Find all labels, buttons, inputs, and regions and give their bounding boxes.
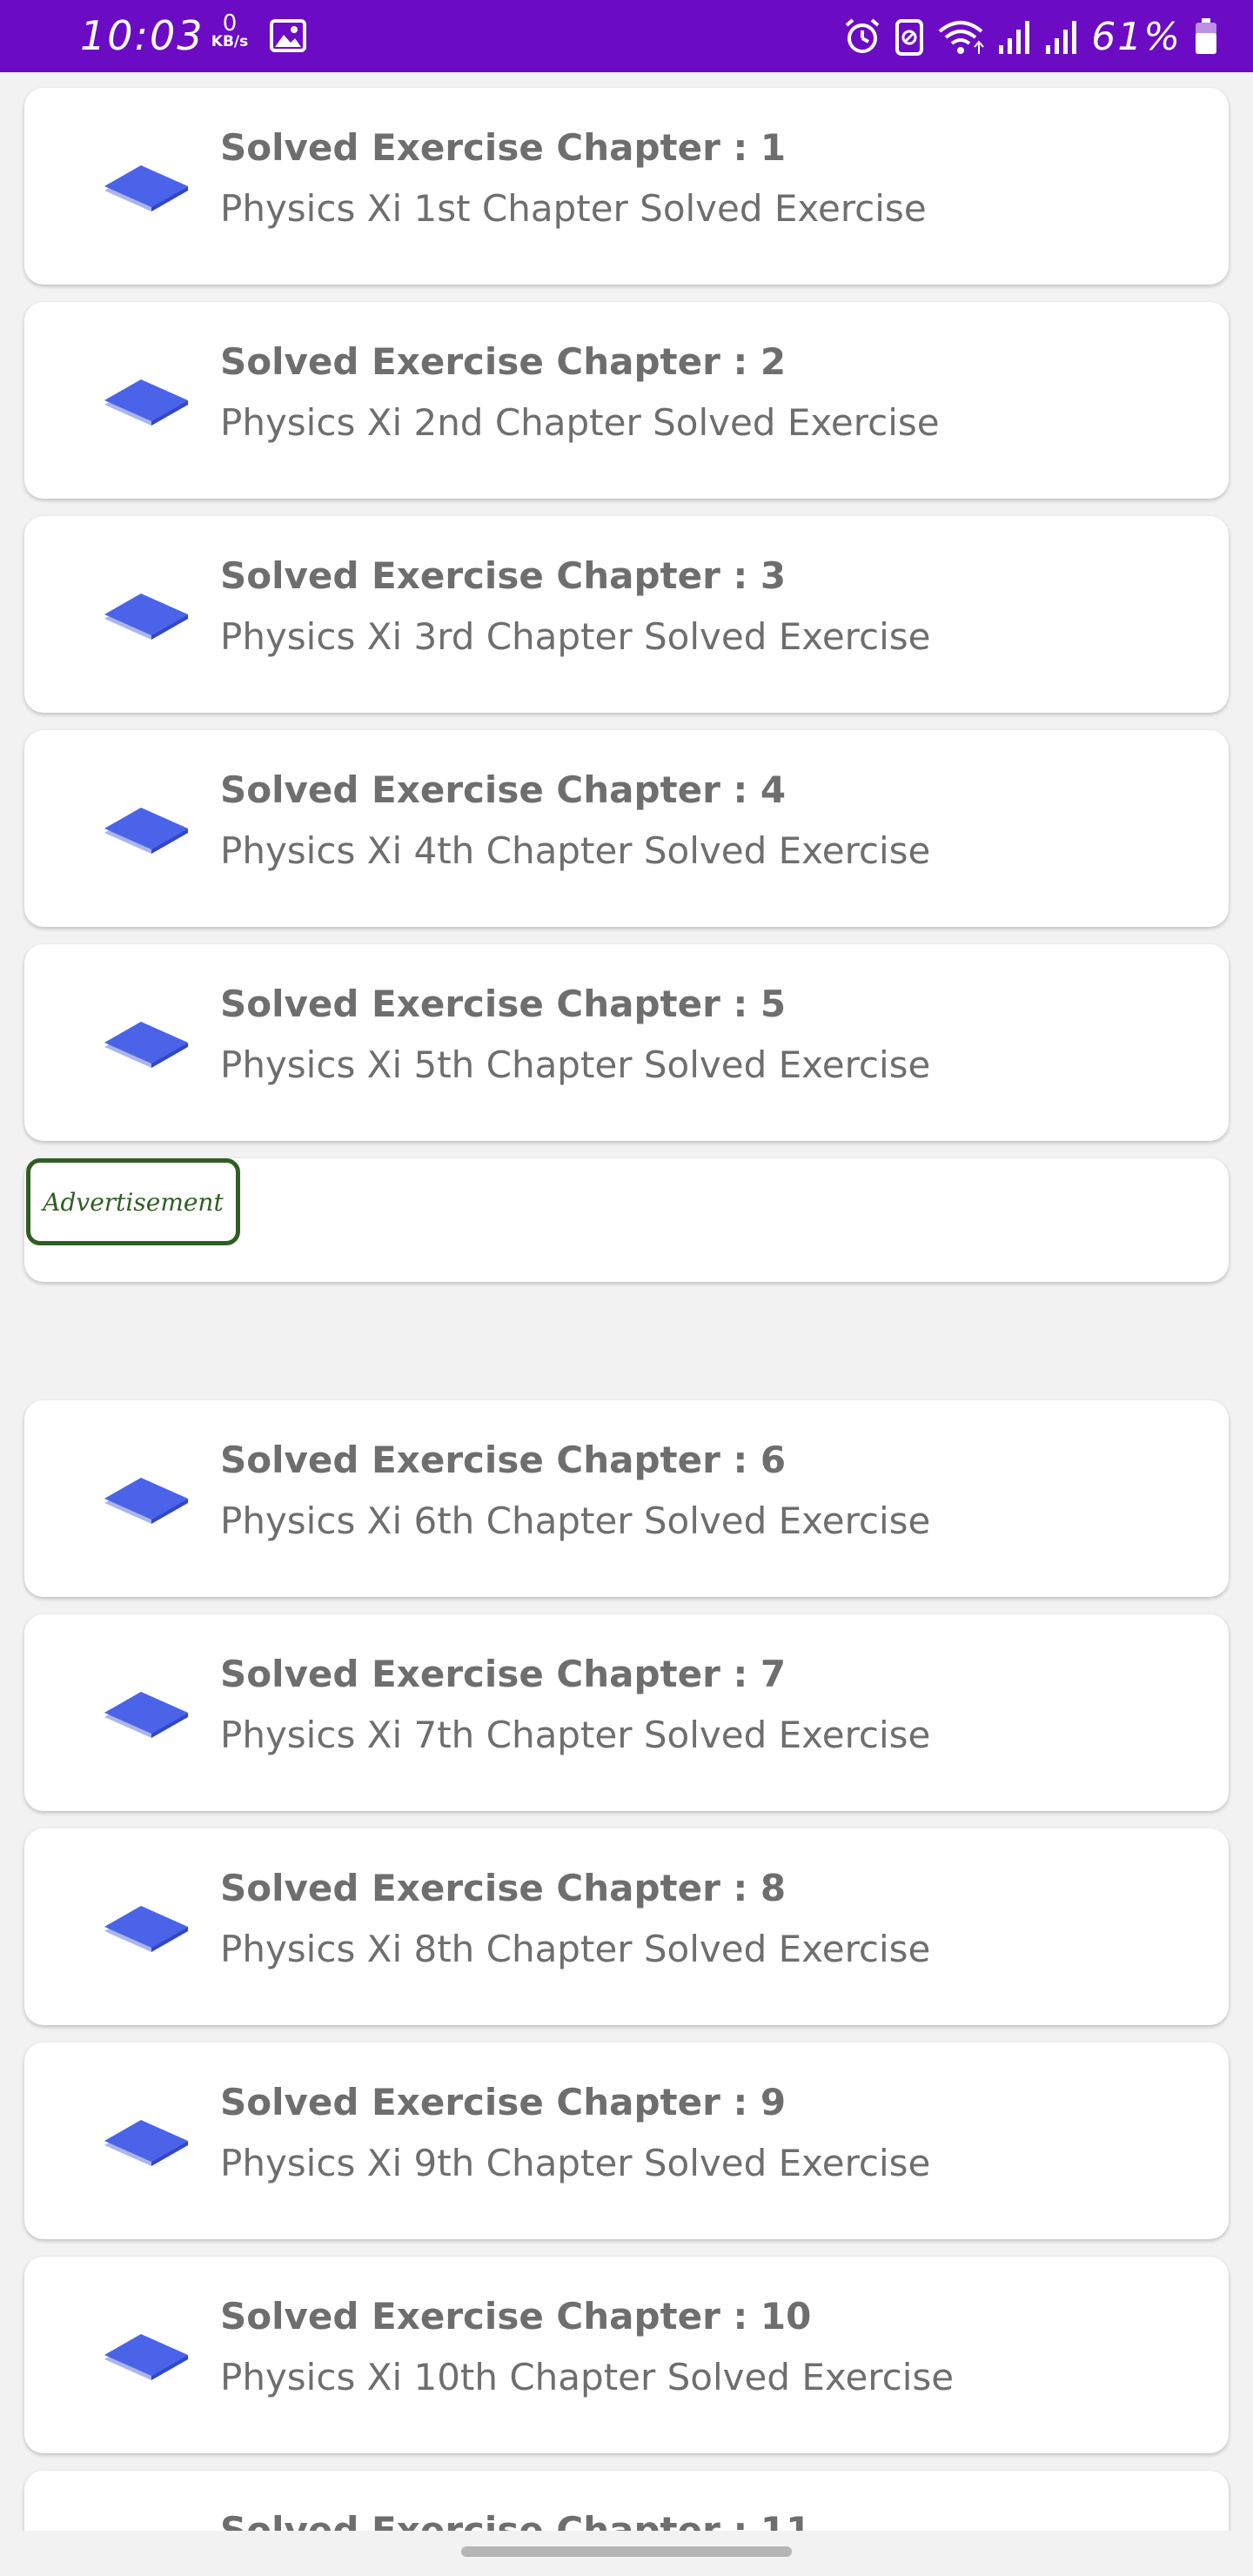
chapter-card[interactable]: Solved Exercise Chapter : 4 Physics Xi 4t… — [24, 730, 1229, 927]
chapter-title: Solved Exercise Chapter : 9 — [220, 2081, 787, 2123]
chapter-title: Solved Exercise Chapter : 1 — [220, 126, 787, 169]
status-icons: 61% — [842, 12, 1218, 61]
chapter-card[interactable]: Solved Exercise Chapter : 7 Physics Xi 7t… — [24, 1614, 1229, 1811]
book-icon — [103, 593, 190, 645]
advertisement-badge: Advertisement — [26, 1158, 240, 1245]
home-gesture-handle[interactable] — [461, 2546, 792, 2557]
chapter-card[interactable]: Solved Exercise Chapter : 3 Physics Xi 3r… — [24, 516, 1229, 713]
chapter-title: Solved Exercise Chapter : 5 — [220, 983, 787, 1025]
chapter-card[interactable]: Solved Exercise Chapter : 9 Physics Xi 9t… — [24, 2043, 1229, 2239]
chapter-card[interactable]: Solved Exercise Chapter : 2 Physics Xi 2n… — [24, 302, 1229, 499]
chapter-card[interactable]: Solved Exercise Chapter : 8 Physics Xi 8t… — [24, 1828, 1229, 2025]
status-time: 10:03 — [80, 12, 204, 59]
chapter-card[interactable]: Solved Exercise Chapter : 6 Physics Xi 6t… — [24, 1400, 1229, 1597]
network-speed: 0 KB/s — [207, 12, 252, 50]
chapter-title: Solved Exercise Chapter : 10 — [220, 2295, 812, 2338]
chapter-title: Solved Exercise Chapter : 2 — [220, 340, 787, 383]
chapter-title: Solved Exercise Chapter : 11 — [220, 2509, 812, 2531]
book-icon — [103, 807, 190, 859]
alarm-icon — [845, 18, 880, 53]
chapter-subtitle: Physics Xi 4th Chapter Solved Exercise — [220, 829, 931, 872]
chapter-list[interactable]: Solved Exercise Chapter : 1 Physics Xi 1s… — [0, 72, 1253, 2531]
chapter-subtitle: Physics Xi 8th Chapter Solved Exercise — [220, 1928, 931, 1970]
chapter-subtitle: Physics Xi 7th Chapter Solved Exercise — [220, 1714, 931, 1756]
book-icon — [103, 164, 190, 217]
wifi-icon — [938, 21, 984, 54]
chapter-card[interactable]: Solved Exercise Chapter : 5 Physics Xi 5t… — [24, 944, 1229, 1141]
book-icon — [103, 1477, 190, 1529]
chapter-subtitle: Physics Xi 5th Chapter Solved Exercise — [220, 1043, 931, 1086]
status-bar: 10:03 0 KB/s 61% — [0, 0, 1253, 72]
chapter-subtitle: Physics Xi 10th Chapter Solved Exercise — [220, 2356, 955, 2398]
chapter-subtitle: Physics Xi 9th Chapter Solved Exercise — [220, 2142, 931, 2184]
book-icon — [103, 1691, 190, 1743]
chapter-title: Solved Exercise Chapter : 4 — [220, 768, 787, 811]
signal-icon — [1046, 21, 1077, 54]
ad-banner[interactable]: Advertisement — [24, 1158, 1229, 1282]
battery-percent: 61% — [1091, 14, 1182, 59]
signal-icon — [999, 21, 1030, 54]
book-icon — [103, 379, 190, 431]
data-saver-icon — [895, 19, 924, 56]
image-icon — [270, 19, 306, 52]
chapter-subtitle: Physics Xi 6th Chapter Solved Exercise — [220, 1499, 931, 1542]
chapter-subtitle: Physics Xi 3rd Chapter Solved Exercise — [220, 615, 931, 658]
battery-icon — [1196, 18, 1216, 54]
chapter-subtitle: Physics Xi 2nd Chapter Solved Exercise — [220, 401, 940, 444]
book-icon — [103, 1905, 190, 1957]
network-speed-value: 0 — [222, 10, 238, 37]
book-icon — [103, 2119, 190, 2171]
network-speed-unit: KB/s — [211, 33, 249, 50]
chapter-title: Solved Exercise Chapter : 8 — [220, 1867, 787, 1909]
chapter-title: Solved Exercise Chapter : 6 — [220, 1439, 787, 1481]
book-icon — [103, 1021, 190, 1073]
chapter-subtitle: Physics Xi 1st Chapter Solved Exercise — [220, 187, 927, 230]
book-icon — [103, 2333, 190, 2385]
chapter-card[interactable]: Solved Exercise Chapter : 1 Physics Xi 1s… — [24, 88, 1229, 285]
chapter-title: Solved Exercise Chapter : 3 — [220, 554, 787, 597]
chapter-card[interactable]: Solved Exercise Chapter : 10 Physics Xi 1… — [24, 2257, 1229, 2453]
chapter-title: Solved Exercise Chapter : 7 — [220, 1653, 787, 1695]
navigation-bar — [0, 2531, 1253, 2576]
chapter-card[interactable]: Solved Exercise Chapter : 11Physics Xi 1… — [24, 2471, 1229, 2531]
